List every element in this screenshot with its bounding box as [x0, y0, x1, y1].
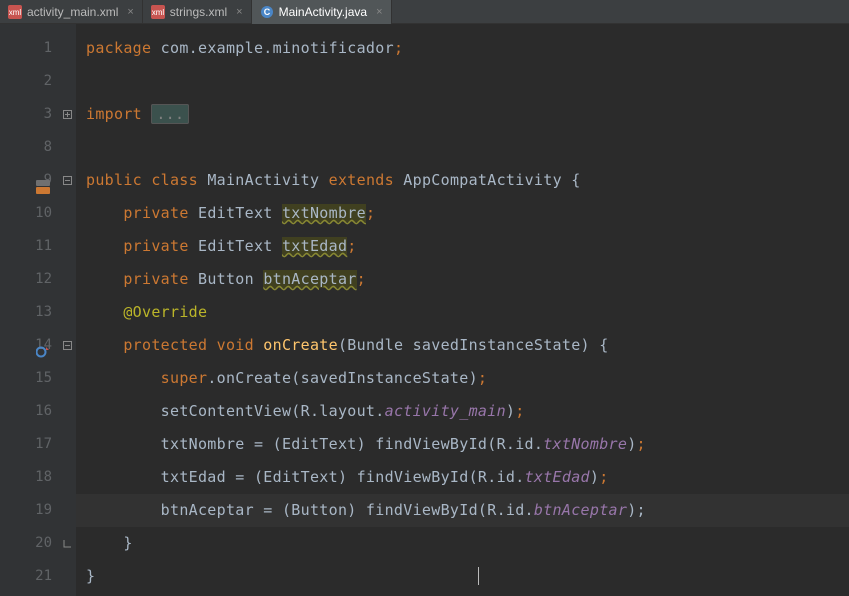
line-number: 19 — [0, 494, 76, 527]
code-line — [76, 131, 849, 164]
line-number: 1 — [0, 32, 76, 65]
override-nav-icon[interactable] — [36, 339, 50, 353]
code-line: @Override — [76, 296, 849, 329]
tab-activity-main[interactable]: xml activity_main.xml × — [0, 0, 143, 24]
code-line: protected void onCreate(Bundle savedInst… — [76, 329, 849, 362]
xml-file-icon: xml — [151, 5, 165, 19]
svg-text:xml: xml — [9, 8, 22, 17]
code-area[interactable]: package com.example.minotificador; impor… — [76, 24, 849, 596]
gutter[interactable]: 1 2 3 8 9 10 11 12 13 14 — [0, 24, 76, 596]
line-number: 17 — [0, 428, 76, 461]
line-number: 2 — [0, 65, 76, 98]
fold-end-icon[interactable] — [62, 539, 72, 549]
code-line: setContentView(R.layout.activity_main); — [76, 395, 849, 428]
code-line: public class MainActivity extends AppCom… — [76, 164, 849, 197]
code-line: private EditText txtEdad; — [76, 230, 849, 263]
code-line: private Button btnAceptar; — [76, 263, 849, 296]
code-line: } — [76, 560, 849, 593]
code-line: txtEdad = (EditText) findViewById(R.id.t… — [76, 461, 849, 494]
svg-text:C: C — [263, 7, 270, 17]
line-number: 18 — [0, 461, 76, 494]
line-number: 10 — [0, 197, 76, 230]
line-number: 11 — [0, 230, 76, 263]
line-number: 12 — [0, 263, 76, 296]
folded-region[interactable]: ... — [151, 104, 189, 124]
line-number: 15 — [0, 362, 76, 395]
close-icon[interactable]: × — [376, 6, 382, 18]
code-line: btnAceptar = (Button) findViewById(R.id.… — [76, 494, 849, 527]
tab-label: MainActivity.java — [279, 5, 367, 19]
line-number: 20 — [0, 527, 76, 560]
fold-collapse-icon[interactable] — [62, 341, 72, 351]
close-icon[interactable]: × — [127, 6, 133, 18]
xml-file-icon: xml — [8, 5, 22, 19]
line-number: 21 — [0, 560, 76, 593]
code-line: private EditText txtNombre; — [76, 197, 849, 230]
text-cursor — [478, 567, 479, 585]
line-number: 8 — [0, 131, 76, 164]
fold-expand-icon[interactable] — [62, 110, 72, 120]
code-line: import ... — [76, 98, 849, 131]
java-class-icon: C — [260, 5, 274, 19]
fold-collapse-icon[interactable] — [62, 176, 72, 186]
code-line: txtNombre = (EditText) findViewById(R.id… — [76, 428, 849, 461]
line-number: 14 — [0, 329, 76, 362]
tab-mainactivity[interactable]: C MainActivity.java × — [252, 0, 392, 24]
tab-strings[interactable]: xml strings.xml × — [143, 0, 252, 24]
line-number: 16 — [0, 395, 76, 428]
editor-area: 1 2 3 8 9 10 11 12 13 14 — [0, 24, 849, 596]
line-number: 3 — [0, 98, 76, 131]
editor-tabs: xml activity_main.xml × xml strings.xml … — [0, 0, 849, 24]
tab-label: strings.xml — [170, 5, 227, 19]
code-line — [76, 65, 849, 98]
close-icon[interactable]: × — [236, 6, 242, 18]
line-number: 13 — [0, 296, 76, 329]
class-nav-icon[interactable] — [36, 174, 50, 188]
line-number: 9 — [0, 164, 76, 197]
code-line: super.onCreate(savedInstanceState); — [76, 362, 849, 395]
code-line: package com.example.minotificador; — [76, 32, 849, 65]
code-line: } — [76, 527, 849, 560]
tab-label: activity_main.xml — [27, 5, 118, 19]
svg-text:xml: xml — [152, 8, 165, 17]
